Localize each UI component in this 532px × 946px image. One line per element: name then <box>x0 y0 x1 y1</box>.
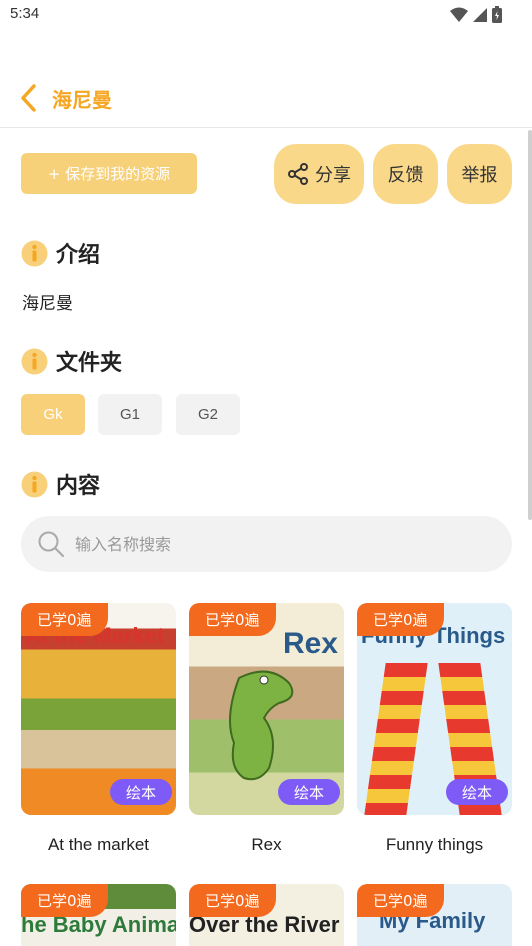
info-icon <box>21 471 48 497</box>
search-bar[interactable] <box>21 516 512 572</box>
report-button[interactable]: 举报 <box>447 144 512 204</box>
app-header: 海尼曼 <box>0 70 532 128</box>
content-title: 内容 <box>56 474 101 499</box>
learned-count-badge: 已学0遍 <box>357 603 444 636</box>
save-to-resources-button[interactable]: + 保存到我的资源 <box>21 153 197 194</box>
share-icon <box>288 163 308 185</box>
status-bar: 5:34 <box>0 0 532 30</box>
book-cover: Over the River 已学0遍 <box>189 884 344 946</box>
learned-count-badge: 已学0遍 <box>21 603 108 636</box>
folder-chip-g2[interactable]: G2 <box>176 394 240 435</box>
wifi-icon <box>450 7 468 22</box>
search-icon <box>38 531 65 558</box>
battery-icon <box>492 6 502 23</box>
scrollbar[interactable] <box>528 130 532 520</box>
book-cover: he Baby Anima 已学0遍 <box>21 884 176 946</box>
content-card[interactable]: Over the River 已学0遍 <box>189 884 344 946</box>
type-badge: 绘本 <box>109 779 172 805</box>
dinosaur-illustration <box>229 670 294 781</box>
card-title: Rex <box>251 835 282 854</box>
intro-title: 介绍 <box>56 243 101 268</box>
folder-section-header: 文件夹 <box>21 345 122 377</box>
info-icon <box>21 240 48 266</box>
learned-count-badge: 已学0遍 <box>357 884 444 917</box>
content-card[interactable]: My Family 已学0遍 <box>357 884 512 946</box>
book-cover: Rex 已学0遍 绘本 <box>189 603 344 815</box>
type-badge: 绘本 <box>445 779 508 805</box>
book-cover: My Family 已学0遍 <box>357 884 512 946</box>
page-title: 海尼曼 <box>52 88 112 112</box>
cell-signal-icon <box>473 7 487 22</box>
status-time: 5:34 <box>10 5 40 22</box>
book-cover: At the Market 已学0遍 绘本 <box>21 603 176 815</box>
intro-text: 海尼曼 <box>22 294 73 314</box>
intro-section-header: 介绍 <box>21 237 100 269</box>
card-title: Funny things <box>385 835 484 854</box>
share-button[interactable]: 分享 <box>274 144 364 204</box>
status-icons <box>450 6 502 23</box>
folder-title: 文件夹 <box>56 351 123 376</box>
learned-count-badge: 已学0遍 <box>189 884 276 917</box>
share-label: 分享 <box>315 165 351 186</box>
folder-chip-g1[interactable]: G1 <box>98 394 162 435</box>
search-input[interactable] <box>75 534 455 554</box>
type-badge: 绘本 <box>277 779 340 805</box>
content-card[interactable]: At the Market 已学0遍 绘本 At the market <box>21 603 176 855</box>
content-section-header: 内容 <box>21 468 100 500</box>
back-arrow-icon[interactable] <box>18 83 42 113</box>
content-card[interactable]: he Baby Anima 已学0遍 <box>21 884 176 946</box>
feedback-button[interactable]: 反馈 <box>373 144 438 204</box>
book-cover: Funny Things 已学0遍 绘本 <box>357 603 512 815</box>
content-card[interactable]: Rex 已学0遍 绘本 Rex <box>189 603 344 855</box>
card-title: At the market <box>47 835 150 854</box>
folder-chip-gk[interactable]: Gk <box>21 394 85 435</box>
learned-count-badge: 已学0遍 <box>21 884 108 917</box>
striped-legs-illustration <box>364 663 428 815</box>
learned-count-badge: 已学0遍 <box>189 603 276 636</box>
info-icon <box>21 348 48 374</box>
content-card[interactable]: Funny Things 已学0遍 绘本 Funny things <box>357 603 512 855</box>
